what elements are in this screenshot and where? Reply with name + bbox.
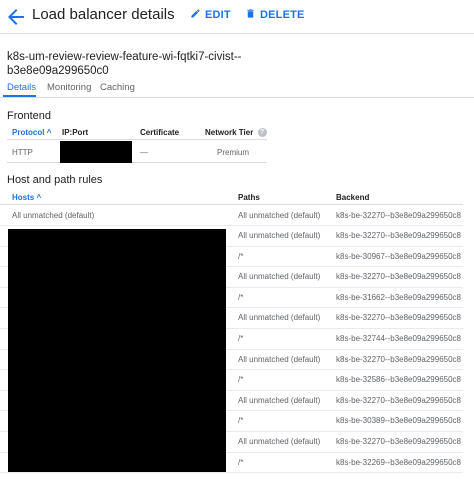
tab-bar: Details Monitoring Caching (0, 78, 474, 98)
path-cell: /* (238, 375, 244, 385)
frontend-row: HTTP — Premium (7, 141, 267, 163)
load-balancer-name: k8s-um-review-review-feature-wi-fqtki7-c… (7, 50, 467, 78)
path-cell: All unmatched (default) (238, 211, 321, 220)
certificate-column-header: Certificate (140, 128, 180, 137)
active-tab-indicator (3, 95, 36, 97)
paths-column-header: Paths (238, 193, 260, 202)
path-cell: All unmatched (default) (238, 231, 321, 240)
backend-cell: k8s-be-32270--b3e8e09a299650c8 (336, 395, 461, 405)
protocol-header-label: Protocol (12, 128, 45, 137)
frontend-table-header: Protocol ^ IP:Port Certificate Network T… (7, 124, 267, 140)
frontend-heading: Frontend (7, 110, 52, 122)
backend-cell: k8s-be-30967--b3e8e09a299650c8 (336, 251, 461, 261)
backend-cell: k8s-be-30389--b3e8e09a299650c8 (336, 416, 461, 426)
path-cell: All unmatched (default) (238, 272, 321, 282)
load-balancer-name-line2: b3e8e09a299650c0 (7, 65, 109, 77)
page-title: Load balancer details (32, 6, 175, 23)
backend-cell: k8s-be-32270--b3e8e09a299650c8 (336, 211, 461, 220)
certificate-value: — (140, 148, 148, 157)
path-cell: All unmatched (default) (238, 354, 321, 364)
arrow-back-icon[interactable] (4, 5, 28, 29)
network-tier-value: Premium (217, 148, 250, 157)
backend-cell: k8s-be-32586--b3e8e09a299650c8 (336, 375, 461, 385)
network-tier-column-header: Network Tier ? (205, 128, 267, 138)
backend-cell: k8s-be-32270--b3e8e09a299650c8 (336, 354, 461, 364)
protocol-value: HTTP (12, 148, 33, 157)
host-path-table-header: Hosts ^ Paths Backend (0, 189, 463, 205)
hosts-column-header[interactable]: Hosts ^ (12, 193, 41, 202)
arrow-up-icon: ^ (36, 193, 42, 202)
ip-port-column-header: IP:Port (62, 128, 89, 137)
path-cell: /* (238, 334, 244, 343)
backend-cell: k8s-be-32270--b3e8e09a299650c8 (336, 272, 461, 282)
backend-cell: k8s-be-32270--b3e8e09a299650c8 (336, 437, 461, 446)
tab-details[interactable]: Details (7, 82, 36, 93)
top-bar: Load balancer details EDIT DELETE (0, 0, 474, 34)
protocol-column-header[interactable]: Protocol ^ (12, 128, 51, 137)
network-tier-header-label: Network Tier (205, 128, 254, 137)
hosts-header-label: Hosts (12, 193, 35, 202)
redacted-hosts (8, 229, 226, 472)
edit-label: EDIT (205, 9, 231, 21)
path-cell: /* (238, 457, 244, 467)
arrow-up-icon: ^ (46, 128, 52, 137)
host-path-heading: Host and path rules (7, 174, 103, 186)
edit-button[interactable]: EDIT (190, 8, 231, 22)
path-cell: /* (238, 292, 244, 302)
backend-cell: k8s-be-32744--b3e8e09a299650c8 (336, 334, 461, 343)
backend-cell: k8s-be-31662--b3e8e09a299650c8 (336, 292, 461, 302)
host-cell: All unmatched (default) (12, 211, 95, 220)
trash-icon (245, 8, 260, 22)
path-cell: All unmatched (default) (238, 437, 321, 446)
redacted-ip-port (60, 141, 132, 163)
table-row: All unmatched (default) All unmatched (de… (0, 206, 463, 226)
path-cell: /* (238, 416, 244, 426)
delete-label: DELETE (260, 9, 305, 21)
backend-cell: k8s-be-32270--b3e8e09a299650c8 (336, 313, 461, 323)
load-balancer-name-line1: k8s-um-review-review-feature-wi-fqtki7-c… (7, 51, 242, 63)
pencil-icon (190, 8, 205, 22)
path-cell: All unmatched (default) (238, 313, 321, 323)
path-cell: /* (238, 251, 244, 261)
delete-button[interactable]: DELETE (245, 8, 305, 22)
tab-caching[interactable]: Caching (100, 82, 135, 93)
backend-cell: k8s-be-32269--b3e8e09a299650c8 (336, 457, 461, 467)
tab-monitoring[interactable]: Monitoring (47, 82, 91, 93)
backend-column-header: Backend (336, 193, 370, 202)
path-cell: All unmatched (default) (238, 395, 321, 405)
help-circle-icon[interactable]: ? (257, 128, 267, 138)
backend-cell: k8s-be-32270--b3e8e09a299650c8 (336, 231, 461, 240)
